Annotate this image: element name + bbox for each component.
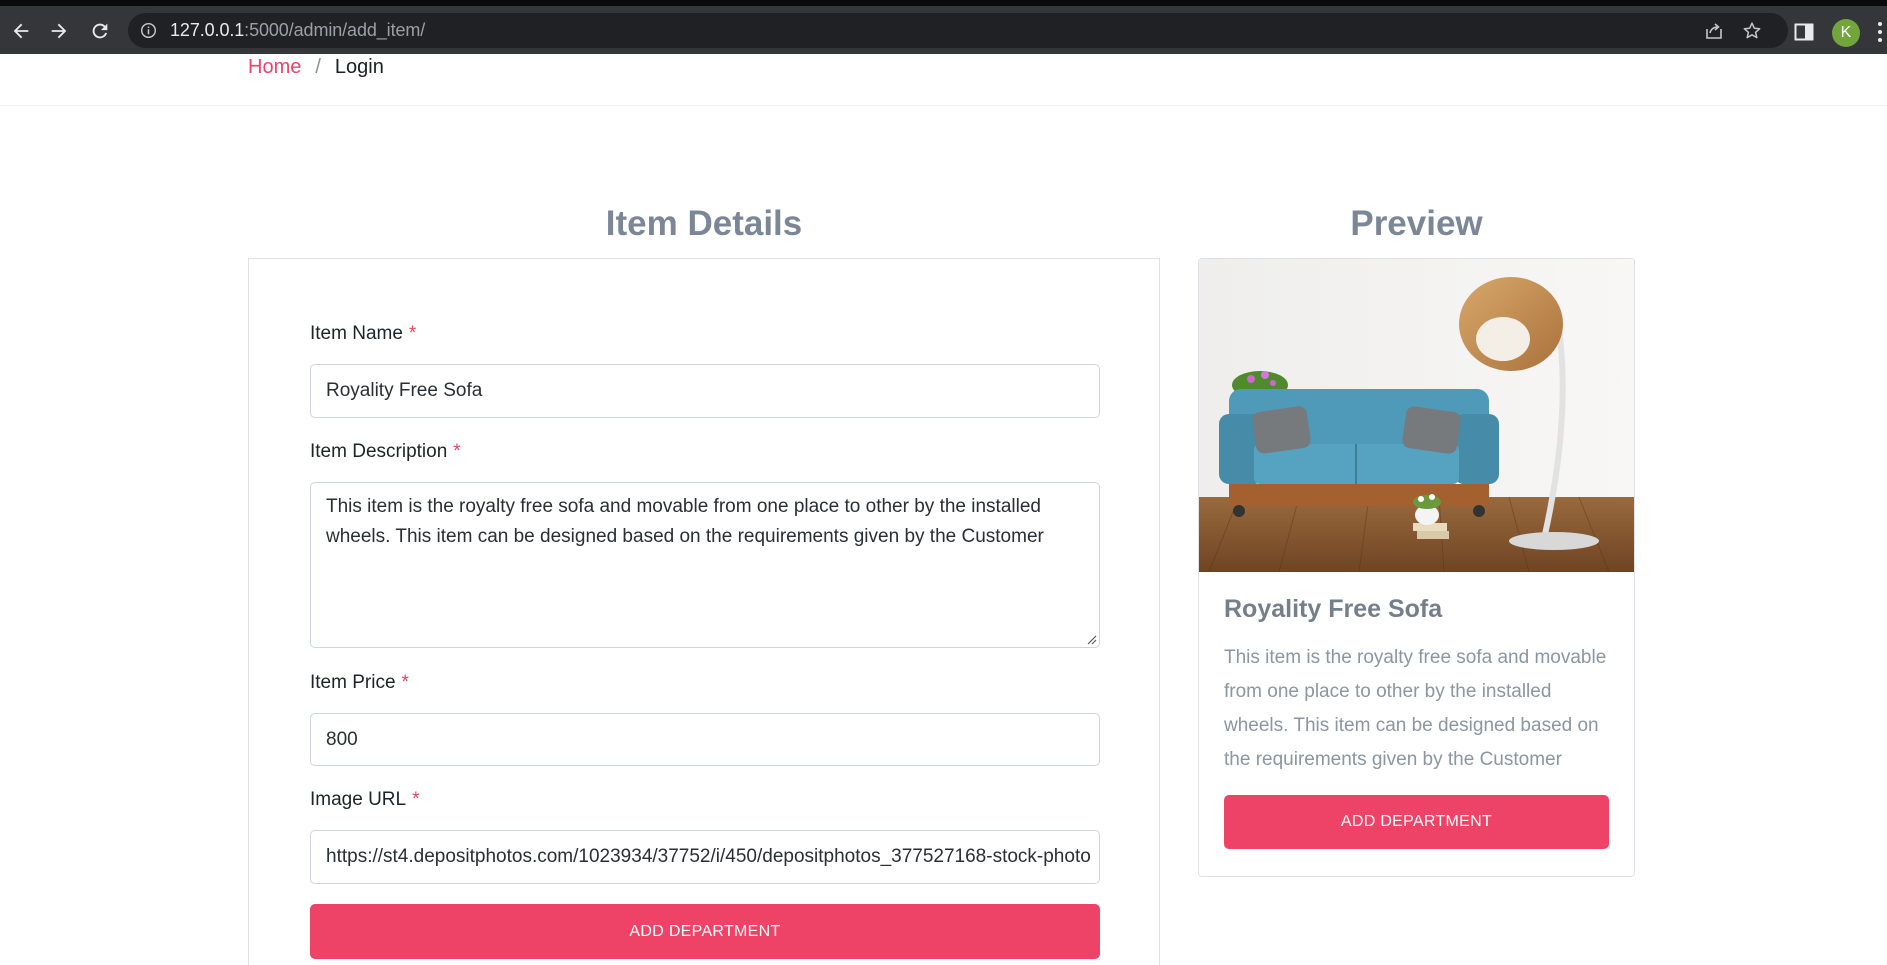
resize-grip-icon[interactable] xyxy=(1085,633,1097,645)
image-url-label: Image URL * xyxy=(310,789,420,811)
address-bar[interactable]: 127.0.0.1:5000/admin/add_item/ xyxy=(128,13,1788,48)
item-description-value: This item is the royalty free sofa and m… xyxy=(326,496,1044,547)
back-button[interactable] xyxy=(8,18,34,44)
image-url-label-text: Image URL xyxy=(310,789,407,810)
item-description-label: Item Description * xyxy=(310,441,461,463)
item-price-input[interactable]: 800 xyxy=(310,713,1100,766)
item-price-label: Item Price * xyxy=(310,672,409,694)
side-panel-icon[interactable] xyxy=(1793,21,1815,43)
preview-card-text: This item is the royalty free sofa and m… xyxy=(1224,647,1607,770)
back-icon xyxy=(13,23,29,39)
item-name-input[interactable]: Royality Free Sofa xyxy=(310,364,1100,418)
url-text: 127.0.0.1:5000/admin/add_item/ xyxy=(170,20,425,41)
item-name-label-text: Item Name xyxy=(310,323,403,344)
share-icon[interactable] xyxy=(1704,21,1724,41)
preview-image xyxy=(1199,259,1634,572)
browser-toolbar: 127.0.0.1:5000/admin/add_item/ K xyxy=(0,6,1887,54)
preview-card: Royality Free Sofa This item is the roya… xyxy=(1198,258,1635,877)
image-url-input[interactable]: https://st4.depositphotos.com/1023934/37… xyxy=(310,830,1100,884)
profile-avatar[interactable]: K xyxy=(1832,19,1860,47)
preview-add-department-button[interactable]: ADD DEPARTMENT xyxy=(1224,795,1609,849)
url-host: 127.0.0.1 xyxy=(170,20,245,40)
item-form: Item Name * Royality Free Sofa Item Descr… xyxy=(248,258,1160,965)
reload-button[interactable] xyxy=(87,18,113,44)
required-mark: * xyxy=(412,789,420,810)
forward-button[interactable] xyxy=(46,18,72,44)
required-mark: * xyxy=(453,441,461,462)
preview-card-title: Royality Free Sofa xyxy=(1224,595,1443,623)
required-mark: * xyxy=(401,672,409,693)
item-details-heading: Item Details xyxy=(605,204,803,243)
breadcrumb: Home / Login xyxy=(248,56,384,79)
site-info-icon[interactable] xyxy=(140,22,157,39)
breadcrumb-home-link[interactable]: Home xyxy=(248,56,301,79)
bookmark-star-icon[interactable] xyxy=(1742,21,1762,41)
item-description-textarea[interactable]: This item is the royalty free sofa and m… xyxy=(310,482,1100,648)
reload-icon xyxy=(92,23,108,39)
preview-heading: Preview xyxy=(1350,204,1483,243)
breadcrumb-bar: Home / Login xyxy=(0,54,1887,106)
item-price-label-text: Item Price xyxy=(310,672,396,693)
item-description-label-text: Item Description xyxy=(310,441,448,462)
breadcrumb-separator: / xyxy=(315,56,321,78)
required-mark: * xyxy=(408,323,417,344)
menu-dots-icon[interactable] xyxy=(1877,20,1883,44)
breadcrumb-current: Login xyxy=(334,56,384,78)
item-name-label: Item Name * xyxy=(310,323,416,345)
add-department-button[interactable]: ADD DEPARTMENT xyxy=(310,904,1100,959)
forward-icon xyxy=(51,23,67,39)
url-path: :5000/admin/add_item/ xyxy=(244,20,426,40)
